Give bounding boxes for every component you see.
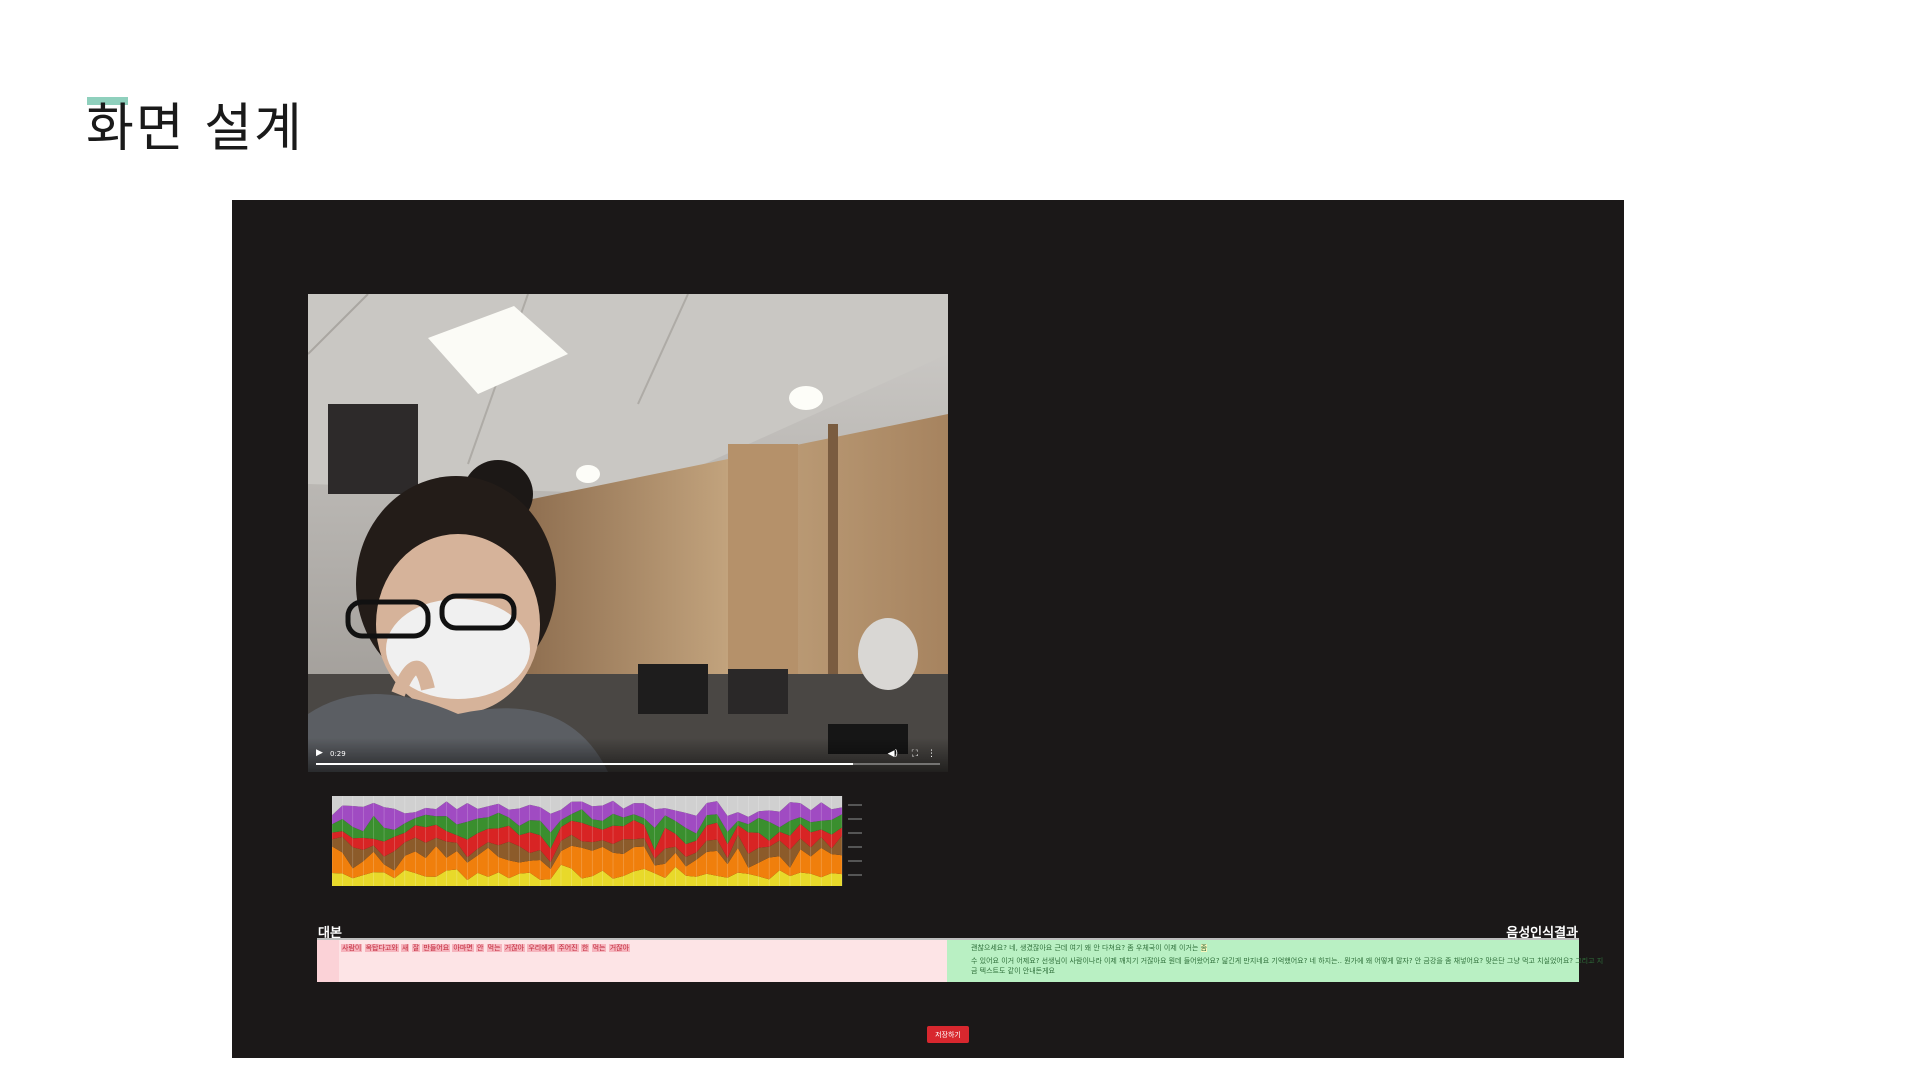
script-word: 먹는	[591, 944, 607, 952]
video-player[interactable]: ▶ 0:29 ◀) ⛶ ⋮	[308, 294, 948, 772]
result-highlight: 좀	[1200, 944, 1208, 952]
script-word: 먹는	[486, 944, 502, 952]
result-line-2: 수 있어요 이거 어제요? 선생님이 사람이나라 이제 깨치기 거잖아요 뭔데 …	[971, 957, 1604, 965]
chart-legend-mark	[848, 860, 862, 862]
script-word: 거잖아	[503, 944, 526, 952]
more-options-icon[interactable]: ⋮	[927, 749, 936, 759]
fullscreen-icon[interactable]: ⛶	[912, 749, 918, 759]
app-screenshot: ▶ 0:29 ◀) ⛶ ⋮ 대본 음성인식결과 사람이 옥탑다고와 새 잘 만들…	[232, 200, 1624, 1058]
video-progress-fill	[316, 763, 853, 765]
volume-icon[interactable]: ◀)	[888, 749, 898, 759]
script-word: 우리에게	[527, 944, 556, 952]
result-line-3: 금 텍스트도 같이 안내돈게요	[971, 967, 1055, 975]
script-word: 거잖아	[608, 944, 631, 952]
save-button[interactable]: 저장하기	[927, 1026, 969, 1043]
script-word: 주어진	[557, 944, 579, 952]
script-word: 만들어요	[422, 944, 451, 952]
chart-legend-mark	[848, 874, 862, 876]
emotion-stream-chart	[332, 796, 862, 886]
chart-legend-mark	[848, 804, 862, 806]
script-word: 새	[401, 944, 410, 952]
video-frame	[308, 294, 948, 772]
script-text: 사람이 옥탑다고와 새 잘 만들어요 아마면 안 먹는 거잖아 우리에게 주어진…	[341, 943, 631, 953]
script-word: 아마면	[452, 944, 474, 952]
script-word: 안	[475, 944, 485, 952]
script-panel: 사람이 옥탑다고와 새 잘 만들어요 아마면 안 먹는 거잖아 우리에게 주어진…	[317, 940, 947, 982]
comparison-panel: 사람이 옥탑다고와 새 잘 만들어요 아마면 안 먹는 거잖아 우리에게 주어진…	[317, 938, 1603, 982]
slide-title: 화면 설계	[86, 99, 304, 159]
play-icon[interactable]: ▶	[316, 748, 323, 758]
script-gutter	[317, 940, 339, 982]
video-progress-track[interactable]	[316, 763, 940, 765]
video-controls-bar	[308, 738, 948, 772]
result-line-1: 괜찮으세요? 네, 생겼잖아요 근데 여기 왜 안 다쳐요? 좀 우체국이 이제…	[971, 944, 1208, 952]
chart-legend-mark	[848, 832, 862, 834]
result-panel: 괜찮으세요? 네, 생겼잖아요 근데 여기 왜 안 다쳐요? 좀 우체국이 이제…	[947, 940, 1603, 982]
script-word: 사람이	[341, 944, 363, 952]
chart-legend-mark	[848, 818, 862, 820]
video-time: 0:29	[330, 750, 346, 758]
script-word: 한	[580, 944, 590, 952]
script-word: 잘	[411, 944, 421, 952]
script-word: 옥탑다고와	[364, 944, 399, 952]
chart-legend-mark	[848, 846, 862, 848]
